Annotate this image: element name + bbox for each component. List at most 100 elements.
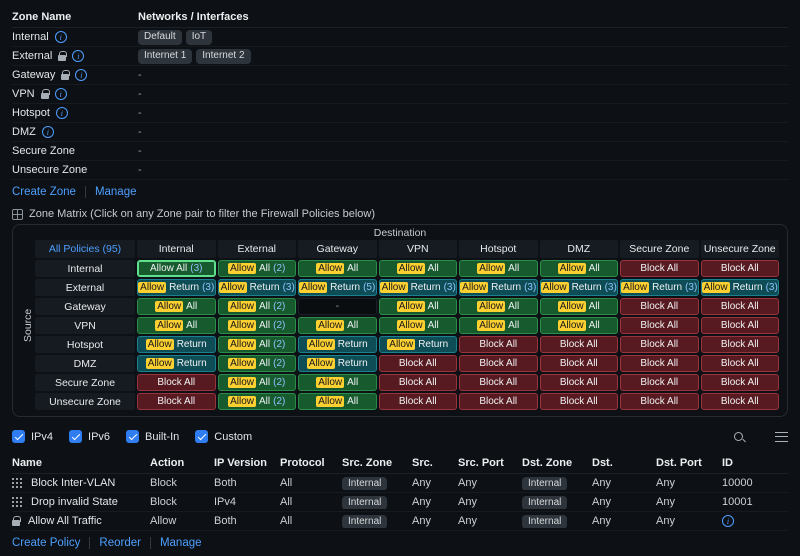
matrix-cell-hotspot-dmz[interactable]: Block All (539, 336, 618, 353)
matrix-cell-external-secure-zone[interactable]: Allow Return (3) (620, 279, 699, 296)
matrix-cell-vpn-internal[interactable]: Allow All (137, 317, 216, 334)
matrix-cell-vpn-dmz[interactable]: Allow All (539, 317, 618, 334)
matrix-cell-secure-zone-vpn[interactable]: Block All (378, 374, 457, 391)
matrix-cell-gateway-dmz[interactable]: Allow All (539, 298, 618, 315)
filter-custom[interactable]: Custom (195, 430, 252, 443)
matrix-cell-gateway-internal[interactable]: Allow All (137, 298, 216, 315)
matrix-cell-dmz-internal[interactable]: Allow Return (137, 355, 216, 372)
matrix-cell-unsecure-zone-dmz[interactable]: Block All (539, 393, 618, 410)
matrix-cell-dmz-vpn[interactable]: Block All (378, 355, 457, 372)
policies-reorder-link[interactable]: Reorder (99, 537, 141, 549)
matrix-cell-vpn-gateway[interactable]: Allow All (298, 317, 377, 334)
matrix-cell-unsecure-zone-gateway[interactable]: Allow All (298, 393, 377, 410)
matrix-cell-secure-zone-hotspot[interactable]: Block All (459, 374, 538, 391)
checkbox-custom[interactable] (195, 430, 209, 443)
matrix-cell-hotspot-secure-zone[interactable]: Block All (620, 336, 699, 353)
matrix-cell-secure-zone-external[interactable]: Allow All (2) (217, 374, 296, 391)
zone-row-external[interactable]: External i Internet 1 Internet 2 (12, 47, 788, 66)
matrix-col-header-external[interactable]: External (217, 240, 296, 258)
checkbox-ipv4[interactable] (12, 430, 25, 443)
matrix-cell-internal-internal[interactable]: Allow All (3) (137, 260, 216, 277)
info-icon[interactable]: i (72, 50, 85, 62)
matrix-row-header-external[interactable]: External (35, 279, 135, 296)
policy-row-drop-invalid-state[interactable]: Drop invalid State Block IPv4 All Internal An… (12, 493, 788, 512)
matrix-cell-secure-zone-gateway[interactable]: Allow All (298, 374, 377, 391)
matrix-cell-hotspot-gateway[interactable]: Allow Return (298, 336, 377, 353)
matrix-cell-vpn-unsecure-zone[interactable]: Block All (700, 317, 779, 334)
filter-ipv6[interactable]: IPv6 (69, 430, 110, 443)
matrix-cell-unsecure-zone-internal[interactable]: Block All (137, 393, 216, 410)
matrix-cell-internal-vpn[interactable]: Allow All (378, 260, 457, 277)
matrix-row-header-hotspot[interactable]: Hotspot (35, 336, 135, 353)
matrix-cell-external-vpn[interactable]: Allow Return (3) (378, 279, 457, 296)
matrix-row-header-internal[interactable]: Internal (35, 260, 135, 277)
matrix-row-header-unsecure-zone[interactable]: Unsecure Zone (35, 393, 135, 410)
network-tag[interactable]: Internet 2 (196, 48, 251, 64)
matrix-cell-internal-gateway[interactable]: Allow All (298, 260, 377, 277)
matrix-col-header-secure-zone[interactable]: Secure Zone (620, 240, 699, 258)
matrix-cell-gateway-hotspot[interactable]: Allow All (459, 298, 538, 315)
matrix-cell-vpn-hotspot[interactable]: Allow All (459, 317, 538, 334)
policies-create-policy-link[interactable]: Create Policy (12, 537, 80, 549)
matrix-cell-unsecure-zone-unsecure-zone[interactable]: Block All (700, 393, 779, 410)
matrix-cell-unsecure-zone-hotspot[interactable]: Block All (459, 393, 538, 410)
matrix-cell-internal-dmz[interactable]: Allow All (539, 260, 618, 277)
matrix-col-header-gateway[interactable]: Gateway (298, 240, 377, 258)
filter-ipv4[interactable]: IPv4 (12, 430, 53, 443)
matrix-row-header-dmz[interactable]: DMZ (35, 355, 135, 372)
matrix-cell-dmz-unsecure-zone[interactable]: Block All (700, 355, 779, 372)
checkbox-built-in[interactable] (126, 430, 140, 443)
matrix-cell-dmz-hotspot[interactable]: Block All (459, 355, 538, 372)
matrix-cell-external-hotspot[interactable]: Allow Return (3) (459, 279, 538, 296)
network-tag[interactable]: IoT (185, 29, 213, 45)
matrix-col-header-hotspot[interactable]: Hotspot (459, 240, 538, 258)
matrix-col-header-dmz[interactable]: DMZ (539, 240, 618, 258)
zones-manage-link[interactable]: Manage (95, 186, 137, 198)
matrix-cell-secure-zone-unsecure-zone[interactable]: Block All (700, 374, 779, 391)
matrix-cell-vpn-vpn[interactable]: Allow All (378, 317, 457, 334)
matrix-cell-vpn-secure-zone[interactable]: Block All (620, 317, 699, 334)
info-icon[interactable]: i (41, 126, 54, 138)
info-icon[interactable]: i (54, 88, 67, 100)
matrix-cell-hotspot-external[interactable]: Allow All (2) (217, 336, 296, 353)
matrix-cell-external-internal[interactable]: Allow Return (3) (137, 279, 216, 296)
policy-row-allow-all-traffic[interactable]: Allow All Traffic Allow Both All Internal Any… (12, 512, 788, 531)
matrix-col-header-vpn[interactable]: VPN (378, 240, 457, 258)
checkbox-ipv6[interactable] (69, 430, 83, 443)
zone-row-vpn[interactable]: VPN i - (12, 85, 788, 104)
matrix-cell-dmz-external[interactable]: Allow All (2) (217, 355, 296, 372)
zone-row-hotspot[interactable]: Hotspot i - (12, 104, 788, 123)
matrix-cell-internal-hotspot[interactable]: Allow All (459, 260, 538, 277)
info-icon[interactable]: i (54, 31, 67, 43)
zone-row-dmz[interactable]: DMZ i - (12, 123, 788, 142)
zone-row-internal[interactable]: Internal i Default IoT (12, 28, 788, 47)
matrix-row-header-vpn[interactable]: VPN (35, 317, 135, 334)
list-menu-icon[interactable] (775, 431, 788, 442)
matrix-col-header-internal[interactable]: Internal (137, 240, 216, 258)
matrix-cell-internal-unsecure-zone[interactable]: Block All (700, 260, 779, 277)
matrix-cell-external-external[interactable]: Allow Return (3) (217, 279, 296, 296)
matrix-cell-gateway-external[interactable]: Allow All (2) (217, 298, 296, 315)
matrix-cell-external-unsecure-zone[interactable]: Allow Return (3) (700, 279, 779, 296)
matrix-cell-internal-external[interactable]: Allow All (2) (217, 260, 296, 277)
zone-row-unsecure-zone[interactable]: Unsecure Zone - (12, 161, 788, 180)
filter-built-in[interactable]: Built-In (126, 430, 179, 443)
matrix-cell-gateway-vpn[interactable]: Allow All (378, 298, 457, 315)
matrix-cell-hotspot-hotspot[interactable]: Block All (459, 336, 538, 353)
info-icon[interactable]: i (75, 69, 88, 81)
matrix-cell-external-dmz[interactable]: Allow Return (3) (539, 279, 618, 296)
matrix-cell-internal-secure-zone[interactable]: Block All (620, 260, 699, 277)
zone-row-gateway[interactable]: Gateway i - (12, 66, 788, 85)
matrix-row-header-gateway[interactable]: Gateway (35, 298, 135, 315)
search-icon[interactable] (734, 432, 743, 441)
zone-row-secure-zone[interactable]: Secure Zone - (12, 142, 788, 161)
network-tag[interactable]: Internet 1 (138, 48, 193, 64)
network-tag[interactable]: Default (138, 29, 182, 45)
matrix-cell-dmz-dmz[interactable]: Block All (539, 355, 618, 372)
matrix-cell-hotspot-internal[interactable]: Allow Return (137, 336, 216, 353)
matrix-col-header-unsecure-zone[interactable]: Unsecure Zone (700, 240, 779, 258)
matrix-cell-vpn-external[interactable]: Allow All (2) (217, 317, 296, 334)
matrix-cell-secure-zone-dmz[interactable]: Block All (539, 374, 618, 391)
matrix-cell-secure-zone-secure-zone[interactable]: Block All (620, 374, 699, 391)
zones-create-zone-link[interactable]: Create Zone (12, 186, 76, 198)
